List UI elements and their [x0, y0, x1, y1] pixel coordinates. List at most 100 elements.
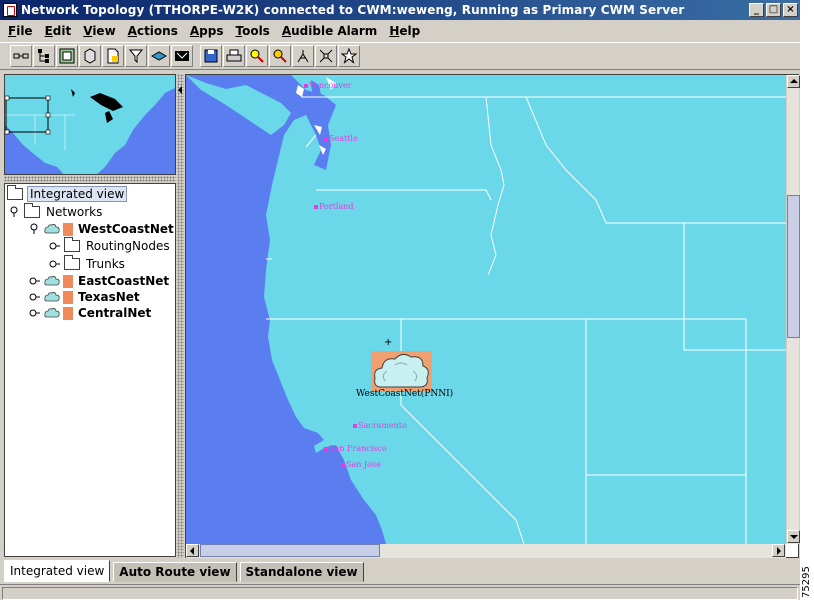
expanded-toggle-icon[interactable] — [9, 206, 21, 218]
horizontal-scrollbar[interactable] — [186, 544, 786, 558]
topology-map[interactable]: Vancouver Seattle Portland Sacramento Sa… — [185, 74, 800, 558]
tree-node-routingnodes[interactable]: RoutingNodes — [49, 237, 172, 254]
collapsed-toggle-icon[interactable] — [29, 275, 41, 287]
collapsed-toggle-icon[interactable] — [29, 307, 41, 319]
collapse-left-icon[interactable] — [178, 86, 182, 94]
print-icon[interactable] — [223, 45, 245, 67]
title-bar[interactable]: Network Topology (TTHORPE-W2K) connected… — [0, 0, 800, 20]
tree-label: WestCoastNet — [78, 222, 174, 236]
cloud-icon — [44, 291, 60, 302]
horizontal-splitter[interactable] — [4, 176, 176, 182]
city-marker-san-francisco[interactable]: San Francisco — [324, 444, 387, 453]
folder-icon — [64, 237, 80, 252]
tree-node-centralnet[interactable]: CentralNet — [29, 305, 153, 321]
tree-label: RoutingNodes — [86, 239, 170, 253]
map-canvas[interactable] — [186, 75, 786, 544]
collapsed-toggle-icon[interactable] — [49, 258, 61, 270]
scroll-right-button[interactable] — [772, 544, 785, 557]
minimize-button[interactable]: _ — [749, 3, 764, 17]
star-icon[interactable] — [338, 45, 360, 67]
cloud-icon — [44, 307, 60, 318]
tree-icon[interactable] — [33, 45, 55, 67]
view-tabs: Integrated view Auto Route view Standalo… — [4, 560, 367, 582]
menu-audible-alarm[interactable]: Audible Alarm — [276, 24, 383, 38]
menu-view[interactable]: View — [77, 24, 121, 38]
tree-label: Integrated view — [27, 186, 128, 202]
city-marker-vancouver[interactable]: Vancouver — [304, 81, 352, 90]
tree-node-eastcoastnet[interactable]: EastCoastNet — [29, 273, 171, 289]
maximize-button[interactable]: □ — [766, 3, 781, 17]
city-dot-icon — [324, 136, 328, 141]
menu-actions[interactable]: Actions — [122, 24, 184, 38]
scroll-up-button[interactable] — [787, 75, 800, 88]
box-icon[interactable] — [79, 45, 101, 67]
window-title: Network Topology (TTHORPE-W2K) connected… — [21, 3, 685, 17]
folder-icon — [24, 203, 40, 218]
menu-tools[interactable]: Tools — [229, 24, 275, 38]
menu-edit[interactable]: Edit — [39, 24, 78, 38]
city-label: Seattle — [329, 134, 358, 143]
status-square-icon — [63, 306, 73, 320]
city-dot-icon — [341, 462, 345, 467]
menu-help[interactable]: Help — [383, 24, 426, 38]
tree-node-networks[interactable]: Networks — [9, 203, 104, 220]
vertical-splitter[interactable] — [177, 74, 184, 558]
overview-map[interactable] — [4, 74, 176, 175]
app-icon — [3, 3, 17, 17]
tree-node-texasnet[interactable]: TexasNet — [29, 289, 142, 305]
fit-icon[interactable] — [315, 45, 337, 67]
document-icon[interactable] — [102, 45, 124, 67]
toolbar — [0, 42, 800, 70]
horizontal-scroll-thumb[interactable] — [200, 544, 380, 557]
network-icon[interactable] — [56, 45, 78, 67]
hierarchy-icon[interactable] — [292, 45, 314, 67]
close-button[interactable]: × — [783, 3, 798, 17]
save-icon[interactable] — [200, 45, 222, 67]
scroll-down-button[interactable] — [787, 530, 800, 543]
city-marker-sacramento[interactable]: Sacramento — [353, 421, 407, 430]
scroll-left-button[interactable] — [186, 544, 199, 557]
mail-icon[interactable] — [171, 45, 193, 67]
status-field — [2, 587, 798, 600]
expanded-toggle-icon[interactable] — [29, 223, 41, 235]
node-marker: + — [384, 337, 393, 348]
cloud-icon — [374, 353, 429, 388]
tree-node-westcoastnet[interactable]: WestCoastNet — [29, 221, 176, 237]
tab-auto-route-view[interactable]: Auto Route view — [113, 562, 237, 582]
tree-node-trunks[interactable]: Trunks — [49, 255, 127, 272]
city-label: San Francisco — [329, 444, 387, 453]
tree-node-integrated-view[interactable]: Integrated view — [7, 185, 128, 202]
city-label: Sacramento — [358, 421, 407, 430]
cloud-icon — [44, 275, 60, 286]
zoom-out-icon[interactable] — [269, 45, 291, 67]
city-marker-seattle[interactable]: Seattle — [324, 134, 358, 143]
city-marker-san-jose[interactable]: San Jose — [341, 460, 381, 469]
filter-icon[interactable] — [125, 45, 147, 67]
city-dot-icon — [324, 446, 328, 451]
tree-label: EastCoastNet — [78, 274, 170, 288]
vertical-scrollbar[interactable] — [786, 75, 800, 544]
network-node-westcoastnet[interactable] — [371, 351, 432, 392]
status-bar — [0, 584, 800, 600]
collapsed-toggle-icon[interactable] — [29, 291, 41, 303]
vertical-scroll-thumb[interactable] — [787, 195, 800, 338]
menu-apps[interactable]: Apps — [184, 24, 230, 38]
zoom-in-icon[interactable] — [246, 45, 268, 67]
network-node-label: WestCoastNet(PNNI) — [356, 389, 454, 399]
menu-bar: File Edit View Actions Apps Tools Audibl… — [0, 20, 800, 41]
arrow-right-icon — [777, 547, 781, 555]
arrow-down-icon — [790, 535, 798, 539]
status-square-icon — [63, 290, 73, 304]
city-marker-portland[interactable]: Portland — [314, 202, 354, 211]
link-icon[interactable] — [10, 45, 32, 67]
menu-file[interactable]: File — [2, 24, 39, 38]
layers-icon[interactable] — [148, 45, 170, 67]
tree-label: CentralNet — [78, 306, 152, 320]
arrow-up-icon — [790, 79, 798, 83]
tab-standalone-view[interactable]: Standalone view — [239, 562, 364, 582]
city-dot-icon — [314, 204, 318, 209]
collapsed-toggle-icon[interactable] — [49, 240, 61, 252]
tree-label: TexasNet — [78, 290, 140, 304]
city-label: Vancouver — [309, 81, 352, 90]
tab-integrated-view[interactable]: Integrated view — [4, 560, 111, 582]
